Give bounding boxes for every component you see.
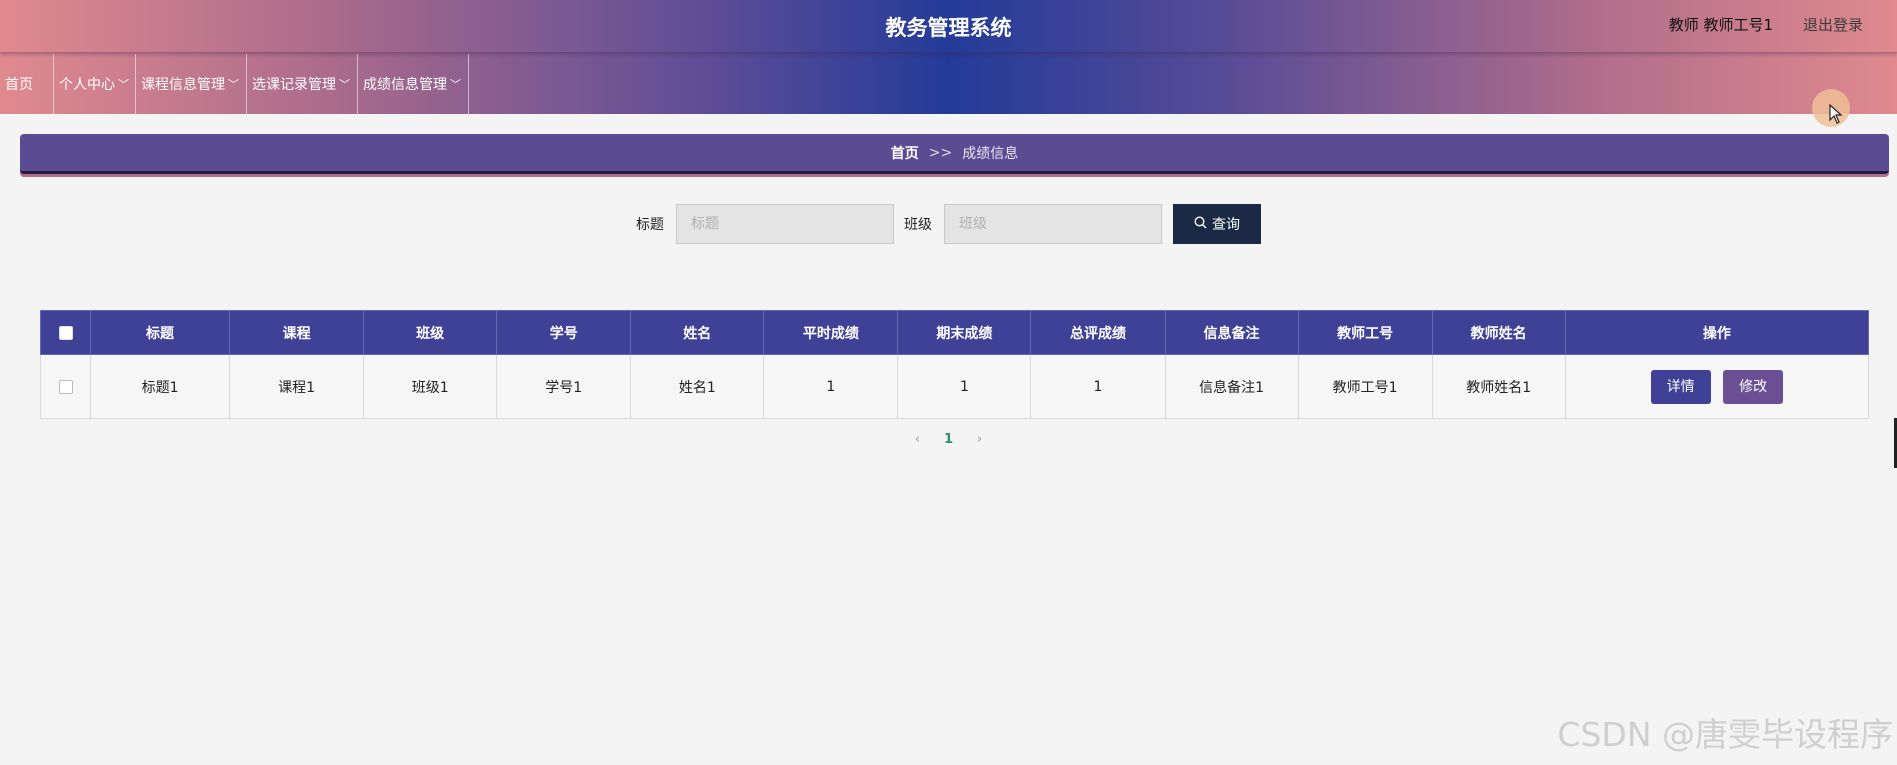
table-cell: 课程1: [229, 354, 365, 419]
nav-item-label: 选课记录管理: [252, 77, 336, 93]
main-nav: 首页 个人中心 ﹀ 课程信息管理 ﹀ 选课记录管理 ﹀ 成绩信息管理 ﹀: [0, 54, 469, 114]
nav-item-selection-records[interactable]: 选课记录管理 ﹀: [247, 54, 358, 114]
nav-item-label: 首页: [5, 77, 33, 93]
table-cell: 姓名1: [630, 354, 765, 419]
column-header: 教师姓名: [1431, 310, 1566, 355]
query-button-label: 查询: [1212, 217, 1240, 233]
table-cell: 班级1: [363, 354, 498, 419]
column-header: 教师工号: [1297, 310, 1433, 355]
column-header: 总评成绩: [1030, 310, 1166, 355]
column-header: 信息备注: [1164, 310, 1299, 355]
table-cell: 信息备注1: [1164, 354, 1299, 419]
breadcrumb-home[interactable]: 首页: [891, 143, 919, 163]
page-number-button[interactable]: 1: [944, 432, 953, 447]
class-search-input[interactable]: [944, 204, 1162, 244]
table-cell: 教师姓名1: [1431, 354, 1566, 419]
nav-item-home[interactable]: 首页: [0, 54, 54, 114]
title-label: 标题: [636, 217, 664, 233]
nav-item-label: 课程信息管理: [141, 77, 225, 93]
chevron-down-icon: ﹀: [118, 78, 129, 91]
edit-button[interactable]: 修改: [1723, 369, 1784, 404]
breadcrumb-current: 成绩信息: [962, 145, 1019, 162]
table-cell: 1: [897, 354, 1032, 419]
breadcrumb-separator: >>: [928, 144, 953, 161]
title-search-input[interactable]: [676, 204, 894, 244]
nav-item-label: 个人中心: [59, 77, 115, 93]
table-cell: 1: [1030, 354, 1166, 419]
detail-button[interactable]: 详情: [1650, 369, 1711, 404]
nav-item-grade-info[interactable]: 成绩信息管理 ﹀: [358, 54, 469, 114]
row-actions-cell: 详情 修改: [1564, 354, 1870, 419]
row-select-cell: [39, 354, 92, 419]
header: 教务管理系统 教师 教师工号1 退出登录: [0, 0, 1897, 53]
select-all-checkbox[interactable]: [58, 325, 73, 340]
query-button[interactable]: 查询: [1173, 204, 1261, 244]
pagination: ‹ 1 ›: [0, 432, 1897, 447]
table-cell: 1: [763, 354, 899, 419]
prev-page-button[interactable]: ‹: [915, 432, 920, 447]
table-cell: 教师工号1: [1297, 354, 1433, 419]
class-label: 班级: [904, 217, 932, 233]
logout-link[interactable]: 退出登录: [1803, 14, 1863, 35]
column-header: 操作: [1564, 310, 1870, 355]
column-header: 平时成绩: [763, 310, 899, 355]
column-header: 期末成绩: [897, 310, 1032, 355]
row-checkbox[interactable]: [58, 379, 73, 394]
breadcrumb: 首页 >> 成绩信息: [20, 134, 1889, 174]
grade-table: 标题 课程 班级 学号 姓名 平时成绩 期末成绩 总评成绩 信息备注 教师工号 …: [39, 310, 1870, 419]
nav-item-personal-center[interactable]: 个人中心 ﹀: [54, 54, 136, 114]
chevron-down-icon: ﹀: [228, 78, 239, 91]
chevron-down-icon: ﹀: [339, 78, 350, 91]
user-info: 教师 教师工号1: [1668, 16, 1773, 34]
nav-item-label: 成绩信息管理: [363, 77, 447, 93]
table-cell: 标题1: [90, 354, 231, 419]
column-header: 课程: [229, 310, 365, 355]
table-header-row: 标题 课程 班级 学号 姓名 平时成绩 期末成绩 总评成绩 信息备注 教师工号 …: [39, 310, 1870, 355]
table-row: 标题1 课程1 班级1 学号1 姓名1 1 1 1 信息备注1 教师工号1 教师…: [39, 354, 1870, 419]
search-bar: 标题 班级 查询: [636, 204, 1261, 244]
watermark: CSDN @唐雯毕设程序: [1557, 715, 1893, 754]
next-page-button[interactable]: ›: [977, 432, 982, 447]
select-all-cell: [39, 310, 92, 355]
nav-item-course-info[interactable]: 课程信息管理 ﹀: [136, 54, 247, 114]
chevron-down-icon: ﹀: [450, 78, 461, 91]
column-header: 标题: [90, 310, 231, 355]
mouse-cursor-icon: [1829, 103, 1843, 129]
column-header: 班级: [363, 310, 498, 355]
column-header: 姓名: [630, 310, 765, 355]
column-header: 学号: [496, 310, 632, 355]
search-icon: [1194, 215, 1207, 233]
table-cell: 学号1: [496, 354, 632, 419]
app-title: 教务管理系统: [885, 16, 1012, 40]
